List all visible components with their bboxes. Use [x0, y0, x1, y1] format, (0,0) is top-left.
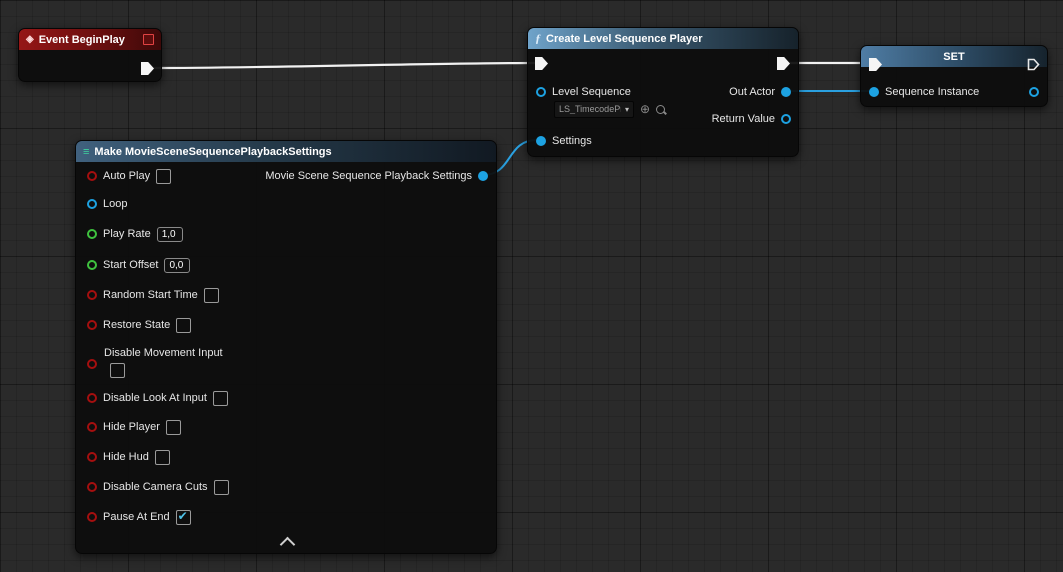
sequence-instance-out-pin[interactable]: [1029, 87, 1039, 97]
pin-row-loop: Loop: [87, 197, 127, 211]
node-make-playback-settings[interactable]: ≡ Make MovieSceneSequencePlaybackSetting…: [75, 140, 497, 554]
pin-row-auto-play: Auto Play: [87, 169, 171, 183]
blueprint-graph-canvas[interactable]: ◈ Event BeginPlay ƒ Create Level Sequenc…: [0, 0, 1063, 572]
return-value-pin[interactable]: [781, 114, 791, 124]
loop-pin[interactable]: [87, 199, 97, 209]
node-title: Make MovieSceneSequencePlaybackSettings: [94, 146, 331, 158]
pin-label: Hide Hud: [103, 451, 149, 463]
pin-label: Movie Scene Sequence Playback Settings: [265, 170, 472, 182]
pin-row-play-rate: Play Rate 1,0: [87, 227, 183, 241]
pin-label: Restore State: [103, 319, 170, 331]
pin-row-random-start-time: Random Start Time: [87, 288, 219, 302]
node-title: SET: [943, 51, 964, 63]
hide-player-pin[interactable]: [87, 422, 97, 432]
node-title: Event BeginPlay: [39, 34, 125, 46]
pin-row-return-value: Return Value: [712, 112, 791, 126]
level-sequence-value-row: LS_TimecodePr ▾ ⊕: [554, 101, 665, 117]
pin-label: Auto Play: [103, 170, 150, 182]
pin-label: Sequence Instance: [885, 86, 979, 98]
disable-camera-cuts-checkbox[interactable]: [214, 480, 229, 495]
pin-label: Return Value: [712, 113, 775, 125]
pin-row-hide-player: Hide Player: [87, 420, 181, 434]
restore-state-pin[interactable]: [87, 320, 97, 330]
node-header: ≡ Make MovieSceneSequencePlaybackSetting…: [76, 141, 496, 162]
event-icon: ◈: [26, 34, 34, 45]
event-badge-icon: [143, 34, 154, 45]
make-struct-icon: ≡: [83, 146, 89, 158]
level-sequence-pin[interactable]: [536, 87, 546, 97]
node-title: Create Level Sequence Player: [546, 33, 703, 45]
pin-row-hide-hud: Hide Hud: [87, 450, 170, 464]
node-create-level-sequence-player[interactable]: ƒ Create Level Sequence Player Level Seq…: [527, 27, 799, 157]
start-offset-field[interactable]: 0,0: [164, 258, 190, 273]
out-actor-pin[interactable]: [781, 87, 791, 97]
pin-row-disable-look-at-input: Disable Look At Input: [87, 391, 228, 405]
auto-play-checkbox[interactable]: [156, 169, 171, 184]
disable-camera-cuts-pin[interactable]: [87, 482, 97, 492]
pin-row-out-actor: Out Actor: [729, 85, 791, 99]
pin-label: Hide Player: [103, 421, 160, 433]
chevron-down-icon: ▾: [625, 105, 629, 114]
pin-row-sequence-instance: Sequence Instance: [869, 85, 979, 99]
pin-row-restore-state: Restore State: [87, 318, 191, 332]
pin-label: Play Rate: [103, 228, 151, 240]
restore-state-checkbox[interactable]: [176, 318, 191, 333]
hide-hud-pin[interactable]: [87, 452, 97, 462]
pin-label: Disable Movement Input: [104, 347, 223, 359]
start-offset-pin[interactable]: [87, 260, 97, 270]
pause-at-end-checkbox[interactable]: ✔: [176, 510, 191, 525]
pin-label: Start Offset: [103, 259, 158, 271]
pin-label: Loop: [103, 198, 127, 210]
check-icon: ✔: [178, 509, 188, 523]
wire-exec-beginplay-to-create: [152, 63, 535, 68]
node-event-beginplay[interactable]: ◈ Event BeginPlay: [18, 28, 162, 82]
exec-out-pin[interactable]: [1027, 58, 1040, 71]
exec-out-pin[interactable]: [141, 62, 154, 75]
auto-play-pin[interactable]: [87, 171, 97, 181]
node-set-variable[interactable]: SET Sequence Instance: [860, 45, 1048, 107]
pin-label: Level Sequence: [552, 86, 631, 98]
node-header: ◈ Event BeginPlay: [19, 29, 161, 50]
pin-label: Disable Camera Cuts: [103, 481, 208, 493]
disable-look-at-input-checkbox[interactable]: [213, 391, 228, 406]
sequence-instance-in-pin[interactable]: [869, 87, 879, 97]
collapse-node-button[interactable]: [280, 537, 296, 553]
random-start-time-checkbox[interactable]: [204, 288, 219, 303]
node-header: SET: [861, 46, 1047, 67]
play-rate-field[interactable]: 1,0: [157, 227, 183, 242]
pin-row-level-sequence: Level Sequence: [536, 85, 631, 99]
exec-out-pin[interactable]: [777, 57, 790, 70]
use-selected-asset-icon[interactable]: ⊕: [640, 103, 650, 115]
pin-label: Settings: [552, 135, 592, 147]
exec-in-pin[interactable]: [535, 57, 548, 70]
settings-pin[interactable]: [536, 136, 546, 146]
pause-at-end-pin[interactable]: [87, 512, 97, 522]
pin-row-disable-movement-input: Disable Movement Input: [87, 346, 307, 380]
browse-asset-icon[interactable]: [656, 105, 665, 114]
hide-player-checkbox[interactable]: [166, 420, 181, 435]
disable-look-at-input-pin[interactable]: [87, 393, 97, 403]
play-rate-pin[interactable]: [87, 229, 97, 239]
dropdown-value: LS_TimecodePr: [559, 104, 621, 114]
playback-settings-out-pin[interactable]: [478, 171, 488, 181]
disable-movement-input-pin[interactable]: [87, 359, 97, 369]
level-sequence-dropdown[interactable]: LS_TimecodePr ▾: [554, 101, 634, 118]
node-header: ƒ Create Level Sequence Player: [528, 28, 798, 49]
hide-hud-checkbox[interactable]: [155, 450, 170, 465]
disable-movement-input-checkbox[interactable]: [110, 363, 125, 378]
function-icon: ƒ: [535, 31, 541, 46]
pin-row-disable-camera-cuts: Disable Camera Cuts: [87, 480, 229, 494]
pin-row-start-offset: Start Offset 0,0: [87, 258, 190, 272]
random-start-time-pin[interactable]: [87, 290, 97, 300]
pin-row-settings: Settings: [536, 134, 592, 148]
pin-row-output-settings: Movie Scene Sequence Playback Settings: [265, 169, 488, 183]
pin-label: Pause At End: [103, 511, 170, 523]
pin-label: Random Start Time: [103, 289, 198, 301]
pin-label: Disable Look At Input: [103, 392, 207, 404]
pin-row-pause-at-end: Pause At End ✔: [87, 510, 191, 524]
pin-label: Out Actor: [729, 86, 775, 98]
